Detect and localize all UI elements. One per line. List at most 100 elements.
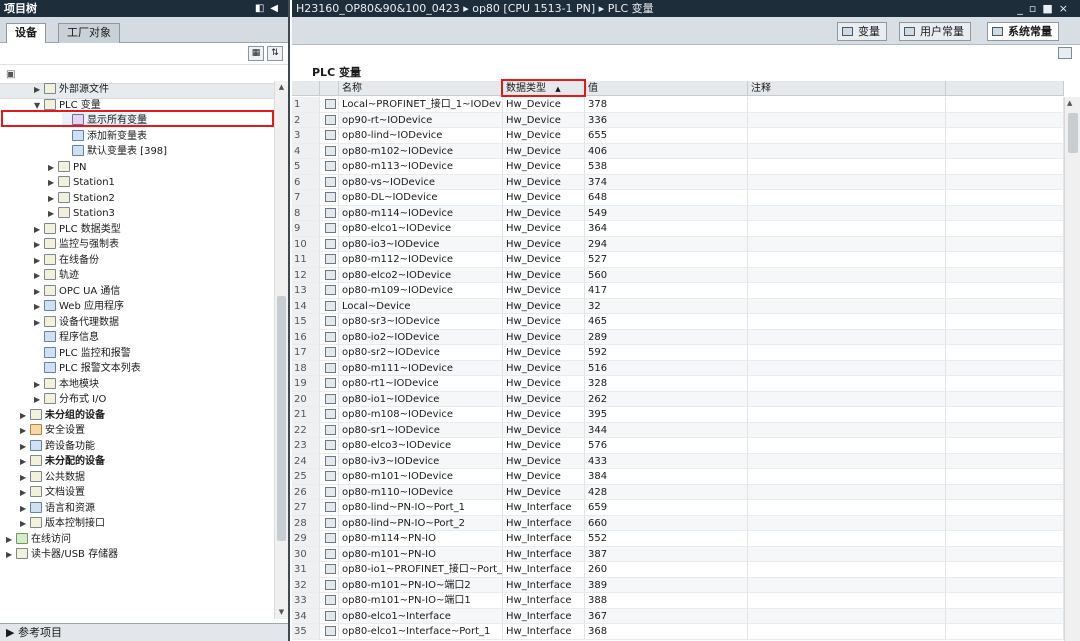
tree-item[interactable]: PLC 监控和报警 [34,346,131,361]
value-cell[interactable]: 32 [585,298,748,314]
comment-cell[interactable] [748,345,946,361]
table-row[interactable]: 18 op80-m111~IODevice Hw_Device 516 [292,360,1064,376]
expand-arrow-icon[interactable]: ▶ [34,392,44,407]
table-row[interactable]: 7 op80-DL~IODevice Hw_Device 648 [292,190,1064,206]
datatype-cell[interactable]: Hw_Interface [503,546,585,562]
comment-cell[interactable] [748,453,946,469]
table-row[interactable]: 35 op80-elco1~Interface~Port_1 Hw_Interfac… [292,624,1064,640]
export-icon[interactable] [1058,47,1072,59]
datatype-cell[interactable]: Hw_Interface [503,624,585,640]
tree-item[interactable]: ▶ 语言和资源 [20,501,95,516]
comment-cell[interactable] [748,360,946,376]
datatype-cell[interactable]: Hw_Device [503,159,585,175]
tag-name-cell[interactable]: op80-elco1~Interface [339,608,503,624]
tree-item[interactable]: ▶ PN [48,160,87,175]
table-row[interactable]: 12 op80-elco2~IODevice Hw_Device 560 [292,267,1064,283]
tree-item[interactable]: ▶ Station1 [48,175,115,190]
tag-name-cell[interactable]: op80-m101~IODevice [339,469,503,485]
table-row[interactable]: 32 op80-m101~PN-IO~端口2 Hw_Interface 389 [292,577,1064,593]
tag-name-cell[interactable]: op80-elco1~IODevice [339,221,503,237]
datatype-cell[interactable]: Hw_Device [503,453,585,469]
value-cell[interactable]: 660 [585,515,748,531]
tag-name-cell[interactable]: op80-m114~IODevice [339,205,503,221]
tree-item[interactable]: 默认变量表 [398] [62,144,167,159]
comment-cell[interactable] [748,546,946,562]
expand-arrow-icon[interactable]: ▶ [20,423,30,438]
comment-cell[interactable] [748,500,946,516]
comment-cell[interactable] [748,531,946,547]
tab-system-constants[interactable]: 系统常量 [987,22,1059,41]
datatype-cell[interactable]: Hw_Interface [503,500,585,516]
tree-item[interactable]: ▶ Station2 [48,191,115,206]
comment-cell[interactable] [748,267,946,283]
tag-name-cell[interactable]: op80-iv3~IODevice [339,453,503,469]
value-cell[interactable]: 655 [585,128,748,144]
extra-cell[interactable] [946,174,1064,190]
tree-item[interactable]: 添加新变量表 [62,129,147,144]
extra-cell[interactable] [946,159,1064,175]
value-cell[interactable]: 368 [585,624,748,640]
value-cell[interactable]: 395 [585,407,748,423]
table-scroll-up-icon[interactable]: ▲ [1067,99,1072,107]
value-cell[interactable]: 465 [585,314,748,330]
value-cell[interactable]: 262 [585,391,748,407]
datatype-cell[interactable]: Hw_Interface [503,608,585,624]
comment-cell[interactable] [748,112,946,128]
extra-cell[interactable] [946,515,1064,531]
table-row[interactable]: 19 op80-rt1~IODevice Hw_Device 328 [292,376,1064,392]
table-row[interactable]: 23 op80-elco3~IODevice Hw_Device 576 [292,438,1064,454]
tag-name-cell[interactable]: op80-sr1~IODevice [339,422,503,438]
comment-cell[interactable] [748,97,946,113]
value-cell[interactable]: 384 [585,469,748,485]
datatype-cell[interactable]: Hw_Device [503,283,585,299]
extra-cell[interactable] [946,453,1064,469]
datatype-cell[interactable]: Hw_Interface [503,531,585,547]
datatype-cell[interactable]: Hw_Device [503,236,585,252]
value-cell[interactable]: 516 [585,360,748,376]
tree-item[interactable]: ▶ 公共数据 [20,470,85,485]
extra-cell[interactable] [946,252,1064,268]
datatype-cell[interactable]: Hw_Device [503,174,585,190]
header-value[interactable]: 值 [585,81,748,96]
tag-name-cell[interactable]: op80-m109~IODevice [339,283,503,299]
tag-name-cell[interactable]: op80-m101~PN-IO [339,546,503,562]
comment-cell[interactable] [748,438,946,454]
comment-cell[interactable] [748,329,946,345]
tag-name-cell[interactable]: op80-elco3~IODevice [339,438,503,454]
extra-cell[interactable] [946,267,1064,283]
value-cell[interactable]: 406 [585,143,748,159]
expand-arrow-icon[interactable]: ▶ [20,485,30,500]
tree-item[interactable]: ▶ 跨设备功能 [20,439,95,454]
datatype-cell[interactable]: Hw_Device [503,128,585,144]
value-cell[interactable]: 387 [585,546,748,562]
value-cell[interactable]: 552 [585,531,748,547]
extra-cell[interactable] [946,236,1064,252]
tree-scrollbar[interactable]: ▲ ▼ [274,81,288,619]
tag-name-cell[interactable]: op80-io1~PROFINET_接口~Port_1 [339,562,503,578]
table-row[interactable]: 14 Local~Device Hw_Device 32 [292,298,1064,314]
table-row[interactable]: 2 op90-rt~IODevice Hw_Device 336 [292,112,1064,128]
datatype-cell[interactable]: Hw_Device [503,438,585,454]
table-row[interactable]: 15 op80-sr3~IODevice Hw_Device 465 [292,314,1064,330]
value-cell[interactable]: 648 [585,190,748,206]
table-row[interactable]: 6 op80-vs~IODevice Hw_Device 374 [292,174,1064,190]
expand-arrow-icon[interactable]: ▶ [34,315,44,330]
table-row[interactable]: 20 op80-io1~IODevice Hw_Device 262 [292,391,1064,407]
datatype-cell[interactable]: Hw_Device [503,469,585,485]
table-row[interactable]: 16 op80-io2~IODevice Hw_Device 289 [292,329,1064,345]
expand-arrow-icon[interactable]: ▶ [20,408,30,423]
comment-cell[interactable] [748,376,946,392]
table-row[interactable]: 33 op80-m101~PN-IO~端口1 Hw_Interface 388 [292,593,1064,609]
comment-cell[interactable] [748,143,946,159]
table-row[interactable]: 5 op80-m113~IODevice Hw_Device 538 [292,159,1064,175]
expand-arrow-icon[interactable]: ▶ [20,439,30,454]
tag-name-cell[interactable]: Local~Device [339,298,503,314]
datatype-cell[interactable]: Hw_Device [503,143,585,159]
datatype-cell[interactable]: Hw_Device [503,190,585,206]
expand-arrow-icon[interactable]: ▶ [6,532,16,547]
extra-cell[interactable] [946,608,1064,624]
tree-item[interactable]: ▶ Web 应用程序 [34,299,124,314]
datatype-cell[interactable]: Hw_Interface [503,593,585,609]
extra-cell[interactable] [946,97,1064,113]
comment-cell[interactable] [748,577,946,593]
